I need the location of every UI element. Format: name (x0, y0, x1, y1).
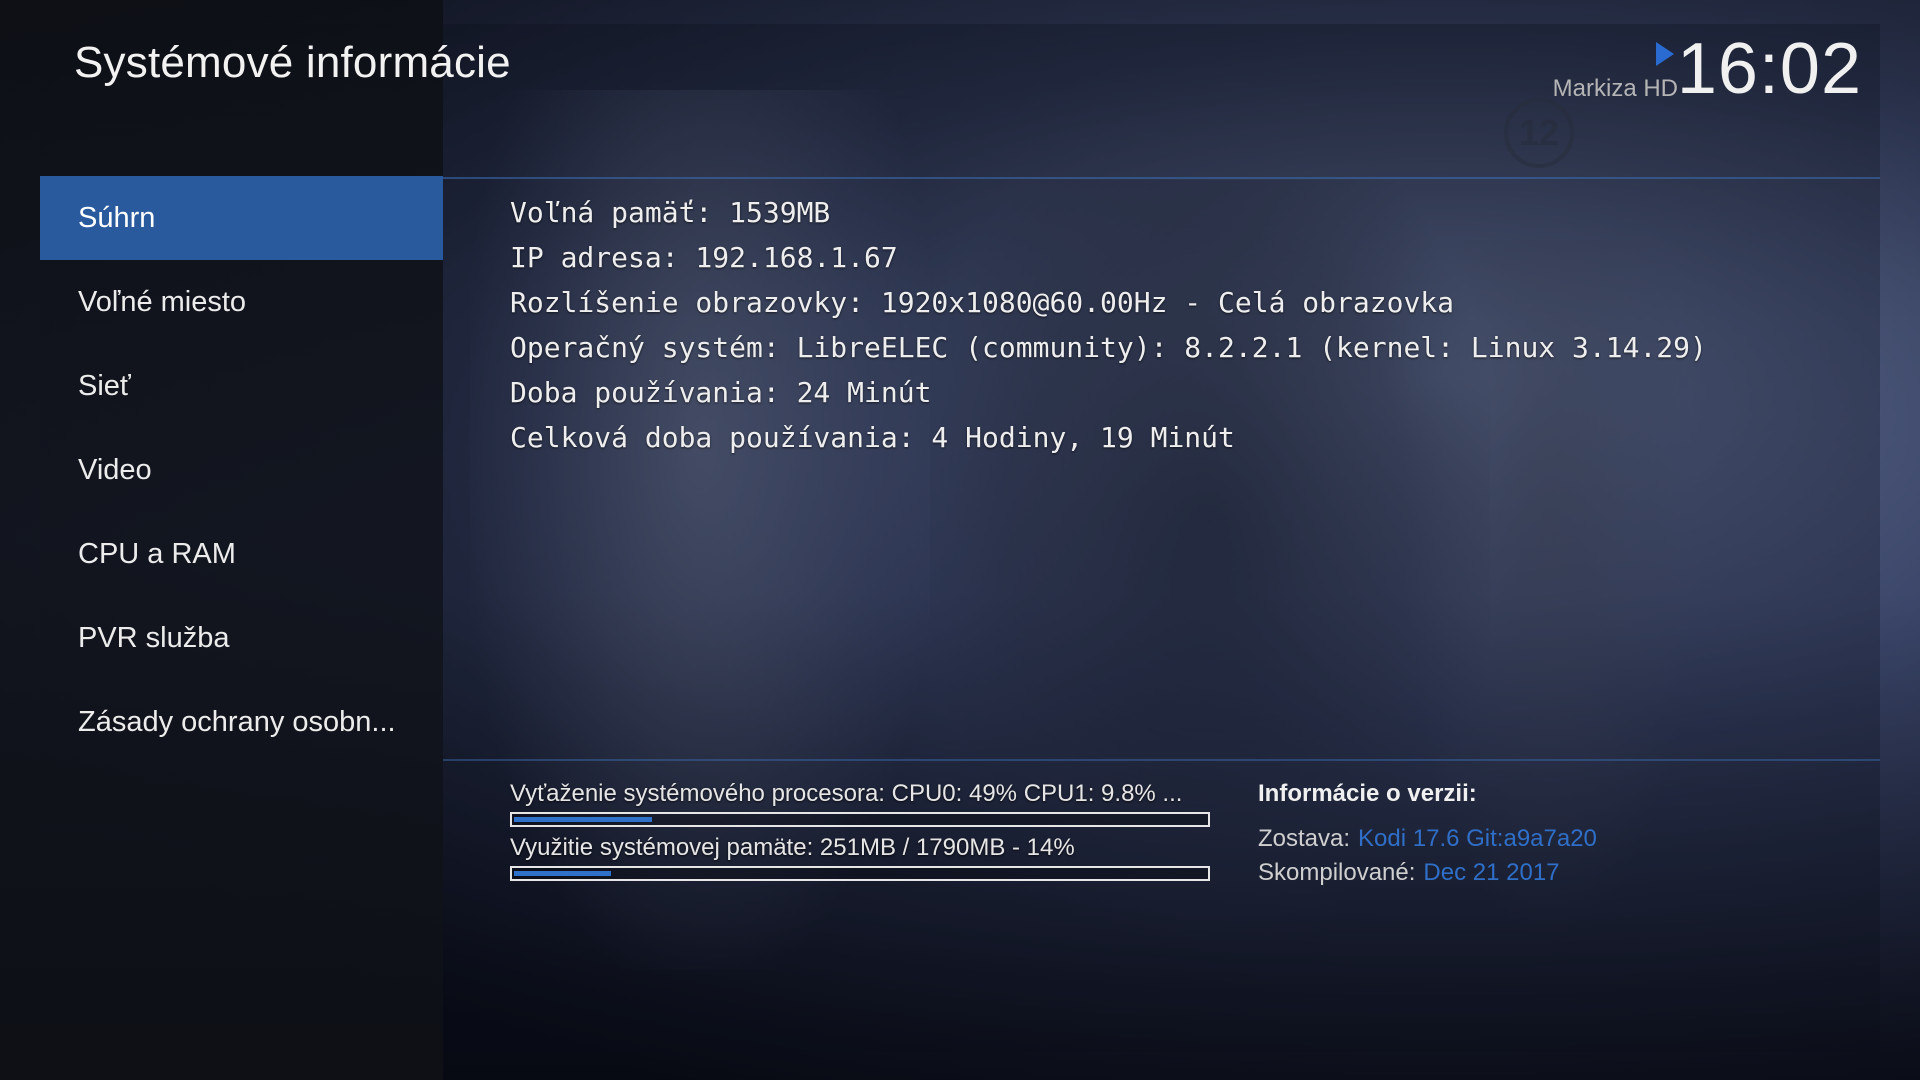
cpu-usage-fill (514, 817, 652, 822)
version-info-title: Informácie o verzii: (1258, 780, 1477, 807)
compiled-value: Dec 21 2017 (1423, 859, 1560, 886)
memory-usage: Využitie systémovej pamäte: 251MB / 1790… (510, 834, 1210, 881)
cpu-usage-bar (510, 812, 1210, 827)
info-total-uptime: Celková doba používania: 4 Hodiny, 19 Mi… (510, 421, 1235, 454)
version-compiled-row: Skompilované: Dec 21 2017 (1258, 856, 1597, 890)
now-playing[interactable]: Markiza HD (1553, 42, 1678, 103)
sidebar-item-video[interactable]: Video (40, 428, 443, 512)
sidebar-item-siet[interactable]: Sieť (40, 344, 443, 428)
header-divider (443, 177, 1880, 179)
footer-divider (443, 759, 1880, 761)
clock: 16:02 (1676, 29, 1862, 109)
version-build-row: Zostava: Kodi 17.6 Git:a9a7a20 (1258, 822, 1597, 856)
cpu-usage-label: Vyťaženie systémového procesora: CPU0: 4… (510, 780, 1183, 807)
build-key: Zostava: (1258, 825, 1351, 852)
sidebar: Súhrn Voľné miesto Sieť Video CPU a RAM … (0, 0, 443, 1080)
sidebar-item-pvr[interactable]: PVR služba (40, 596, 443, 680)
age-rating-badge: 12 (1504, 98, 1574, 168)
version-info: Informácie o verzii: Zostava: Kodi 17.6 G… (1258, 780, 1597, 890)
sidebar-item-privacy[interactable]: Zásady ochrany osobn... (40, 680, 443, 764)
sidebar-item-volne-miesto[interactable]: Voľné miesto (40, 260, 443, 344)
info-uptime: Doba používania: 24 Minút (510, 376, 932, 409)
sidebar-item-suhrn[interactable]: Súhrn (40, 176, 443, 260)
play-icon (1656, 42, 1674, 66)
page-title: Systémové informácie (74, 38, 511, 87)
channel-name: Markiza HD (1552, 75, 1678, 102)
summary-info: Voľná pamäť: 1539MB IP adresa: 192.168.1… (510, 190, 1707, 460)
build-value: Kodi 17.6 Git:a9a7a20 (1358, 825, 1597, 852)
memory-usage-fill (514, 871, 611, 876)
info-screen-resolution: Rozlíšenie obrazovky: 1920x1080@60.00Hz … (510, 286, 1455, 319)
info-operating-system: Operačný systém: LibreELEC (community): … (510, 331, 1707, 364)
sidebar-menu: Súhrn Voľné miesto Sieť Video CPU a RAM … (40, 176, 443, 764)
memory-usage-label: Využitie systémovej pamäte: 251MB / 1790… (510, 834, 1075, 861)
screen: 12 Súhrn Voľné miesto Sieť Video CPU a R… (0, 0, 1920, 1080)
sidebar-item-cpu-ram[interactable]: CPU a RAM (40, 512, 443, 596)
cpu-usage: Vyťaženie systémového procesora: CPU0: 4… (510, 780, 1210, 827)
compiled-key: Skompilované: (1258, 859, 1416, 886)
memory-usage-bar (510, 866, 1210, 881)
info-free-memory: Voľná pamäť: 1539MB (510, 196, 831, 229)
info-ip-address: IP adresa: 192.168.1.67 (510, 241, 898, 274)
